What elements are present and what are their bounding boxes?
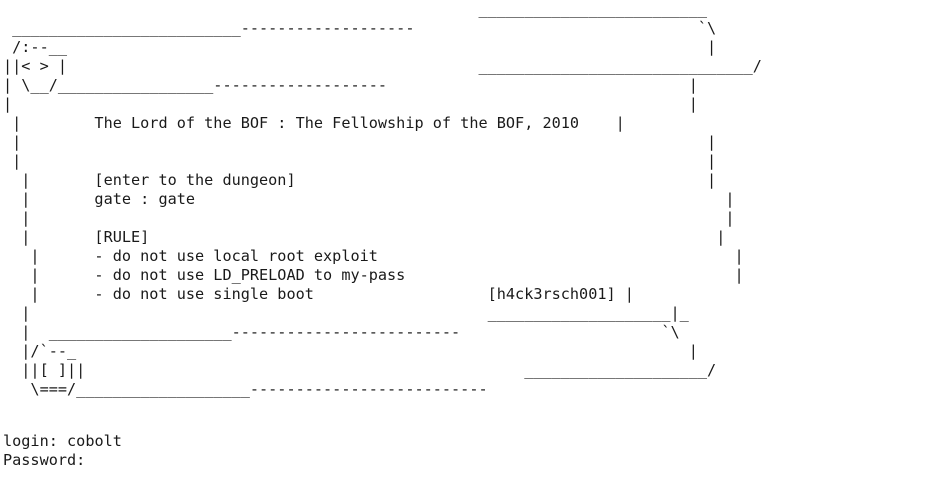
banner-title-line: | The Lord of the BOF : The Fellowship o… (3, 114, 625, 132)
banner-rule-line: | - do not use LD_PRELOAD to my-pass | (3, 266, 744, 284)
banner-line: | | (3, 209, 735, 227)
banner-line: | | (3, 152, 717, 170)
banner-rule-header-line: | [RULE] | (3, 228, 726, 246)
banner-line: \===/___________________----------------… (3, 380, 488, 398)
login-line: login: cobolt (3, 432, 122, 451)
banner-gate-line: | gate : gate | (3, 190, 735, 208)
banner-dungeon-line: | [enter to the dungeon] | (3, 171, 717, 189)
banner-rule-line: | - do not use single boot [h4ck3rsch001… (3, 285, 634, 303)
text-cursor (94, 453, 103, 469)
banner-line: /:--__ | (3, 38, 717, 56)
banner-line: | \__/_________________-----------------… (3, 76, 698, 94)
banner-line: _________________________---------------… (3, 19, 717, 37)
banner-line: ||[ ]|| ____________________/ (3, 361, 717, 379)
login-prompt-area: login: cobolt Password: (3, 432, 122, 470)
ascii-banner: _________________________ ______________… (3, 0, 942, 399)
login-label: login: (3, 432, 58, 450)
banner-line: | | (3, 95, 698, 113)
banner-line: | ____________________------------------… (3, 323, 680, 341)
login-value[interactable]: cobolt (67, 432, 122, 450)
terminal-window[interactable]: _________________________ ______________… (0, 0, 942, 477)
banner-rule-line: | - do not use local root exploit | (3, 247, 744, 265)
banner-line: |/`--_ | (3, 342, 698, 360)
password-line: Password: (3, 451, 122, 470)
password-label: Password: (3, 451, 86, 469)
banner-line: _________________________ (3, 0, 708, 18)
banner-line: | ____________________|_ (3, 304, 689, 322)
banner-line: ||< > | ______________________________/ (3, 57, 762, 75)
banner-line: | | (3, 133, 717, 151)
